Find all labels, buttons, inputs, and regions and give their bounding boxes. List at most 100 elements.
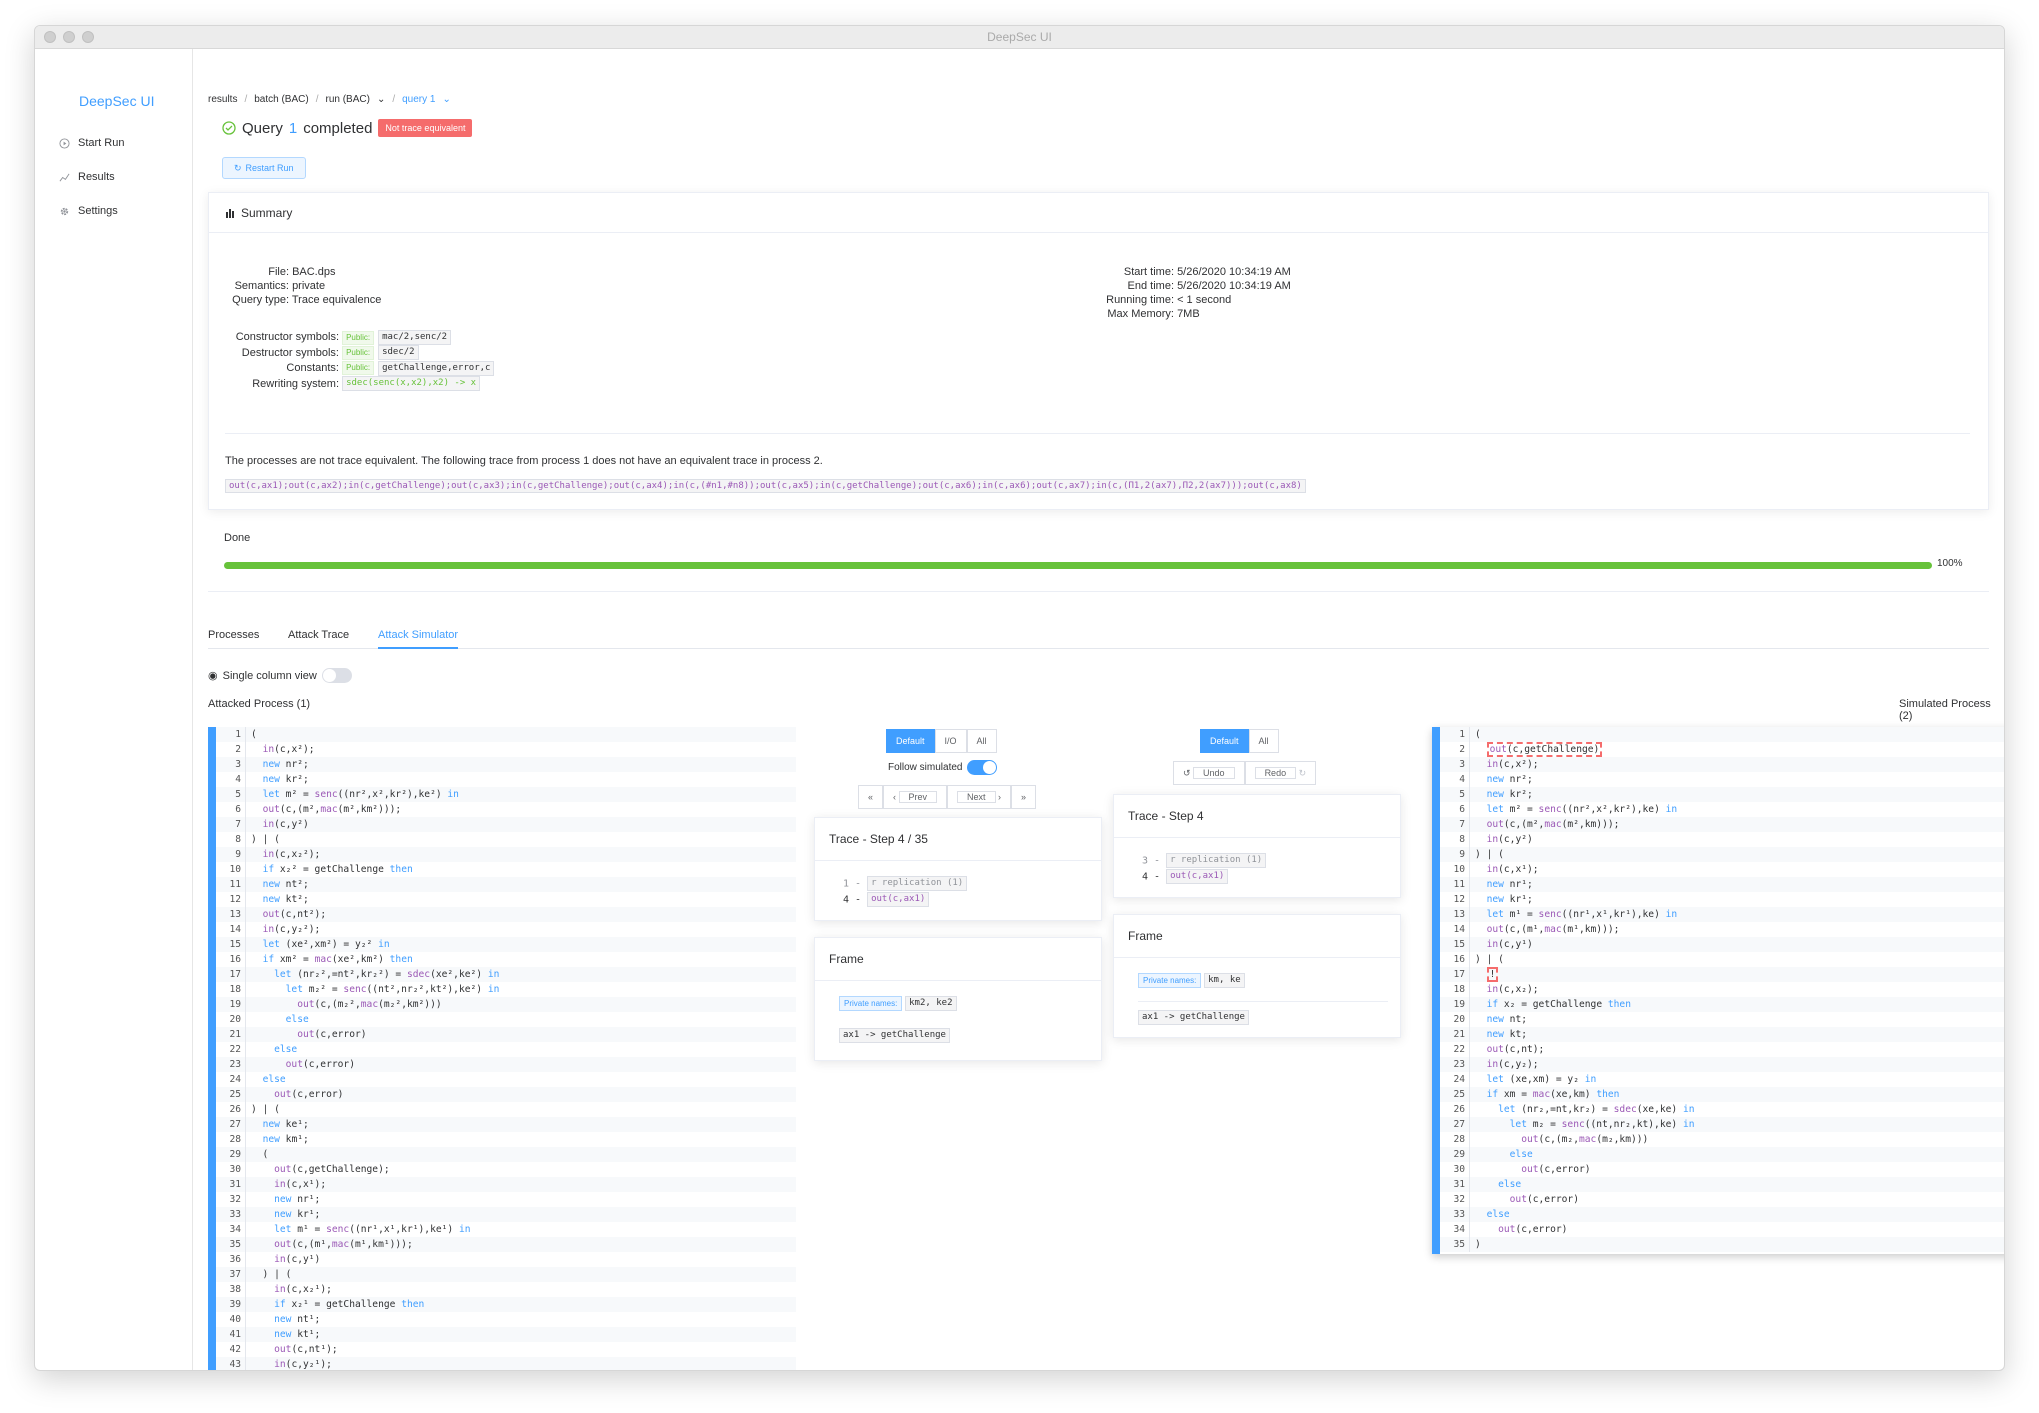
code-line[interactable]: 10 in(c,x¹);	[1440, 862, 2004, 877]
code-line[interactable]: 8) | (	[216, 832, 796, 847]
code-line[interactable]: 7 out(c,(m²,mac(m²,km)));	[1440, 817, 2004, 832]
code-line[interactable]: 16) | (	[1440, 952, 2004, 967]
simulated-process-code[interactable]: 1(2 out(c,getChallenge) 3 in(c,x²); 4 new …	[1432, 727, 2004, 1254]
code-line[interactable]: 9 in(c,x₂²);	[216, 847, 796, 862]
code-line[interactable]: 33 new kr¹;	[216, 1207, 796, 1222]
brand-logo[interactable]: DeepSec UI	[79, 93, 154, 109]
code-line[interactable]: 5 let m² = senc((nr²,x²,kr²),ke²) in	[216, 787, 796, 802]
code-line[interactable]: 23 in(c,y₂);	[1440, 1057, 2004, 1072]
code-line[interactable]: 15 in(c,y¹)	[1440, 937, 2004, 952]
code-line[interactable]: 4 new kr²;	[216, 772, 796, 787]
code-line[interactable]: 16 if xm² = mac(xe²,km²) then	[216, 952, 796, 967]
code-line[interactable]: 30 out(c,getChallenge);	[216, 1162, 796, 1177]
code-line[interactable]: 41 new kt¹;	[216, 1327, 796, 1342]
attacked-process-code[interactable]: 1(2 in(c,x²); 3 new nr²; 4 new kr²; 5 let m…	[208, 727, 796, 1370]
code-line[interactable]: 35)	[1440, 1237, 2004, 1252]
sidebar-item-settings[interactable]: Settings	[59, 205, 118, 217]
code-line[interactable]: 7 in(c,y²)	[216, 817, 796, 832]
code-line[interactable]: 29 (	[216, 1147, 796, 1162]
code-line[interactable]: 13 let m¹ = senc((nr¹,x¹,kr¹),ke) in	[1440, 907, 2004, 922]
code-line[interactable]: 31 else	[1440, 1177, 2004, 1192]
all-button[interactable]: All	[1248, 729, 1279, 753]
code-line[interactable]: 24 else	[216, 1072, 796, 1087]
code-line[interactable]: 3 in(c,x²);	[1440, 757, 2004, 772]
breadcrumb-query[interactable]: query 1	[402, 94, 435, 105]
code-line[interactable]: 21 out(c,error)	[216, 1027, 796, 1042]
code-line[interactable]: 17 let (nr₂²,=nt²,kr₂²) = sdec(xe²,ke²) …	[216, 967, 796, 982]
code-line[interactable]: 28 new km¹;	[216, 1132, 796, 1147]
code-line[interactable]: 2 in(c,x²);	[216, 742, 796, 757]
breadcrumb-run[interactable]: run (BAC)	[325, 94, 369, 105]
code-line[interactable]: 31 in(c,x¹);	[216, 1177, 796, 1192]
code-line[interactable]: 14 out(c,(m¹,mac(m¹,km)));	[1440, 922, 2004, 937]
code-line[interactable]: 11 new nt²;	[216, 877, 796, 892]
code-line[interactable]: 12 new kt²;	[216, 892, 796, 907]
code-line[interactable]: 28 out(c,(m₂,mac(m₂,km)))	[1440, 1132, 2004, 1147]
chevron-down-icon[interactable]: ⌄	[377, 94, 385, 105]
code-line[interactable]: 4 new nr²;	[1440, 772, 2004, 787]
code-line[interactable]: 32 out(c,error)	[1440, 1192, 2004, 1207]
trace-line[interactable]: r replication (1)	[867, 876, 968, 891]
minimize-icon[interactable]	[63, 31, 75, 43]
code-line[interactable]: 6 let m² = senc((nr²,x²,kr²),ke) in	[1440, 802, 2004, 817]
maximize-icon[interactable]	[82, 31, 94, 43]
code-line[interactable]: 1(	[216, 727, 796, 742]
code-line[interactable]: 26) | (	[216, 1102, 796, 1117]
code-line[interactable]: 30 out(c,error)	[1440, 1162, 2004, 1177]
tab-processes[interactable]: Processes	[208, 629, 259, 641]
breadcrumb-results[interactable]: results	[208, 94, 237, 105]
code-line[interactable]: 15 let (xe²,xm²) = y₂² in	[216, 937, 796, 952]
first-step-icon[interactable]: «	[858, 785, 884, 809]
code-line[interactable]: 23 out(c,error)	[216, 1057, 796, 1072]
code-line[interactable]: 25 if xm = mac(xe,km) then	[1440, 1087, 2004, 1102]
code-line[interactable]: 13 out(c,nt²);	[216, 907, 796, 922]
code-line[interactable]: 20 else	[216, 1012, 796, 1027]
code-line[interactable]: 18 in(c,x₂);	[1440, 982, 2004, 997]
tab-attack-trace[interactable]: Attack Trace	[288, 629, 349, 641]
code-line[interactable]: 3 new nr²;	[216, 757, 796, 772]
code-line[interactable]: 22 else	[216, 1042, 796, 1057]
code-line[interactable]: 12 new kr¹;	[1440, 892, 2004, 907]
prev-button[interactable]: ‹ Prev	[883, 785, 948, 809]
default-button[interactable]: Default	[886, 729, 935, 753]
code-line[interactable]: 43 in(c,y₂¹);	[216, 1357, 796, 1370]
trace-line[interactable]: out(c,ax1)	[867, 891, 930, 907]
code-line[interactable]: 40 new nt¹;	[216, 1312, 796, 1327]
next-button[interactable]: Next ›	[947, 785, 1012, 809]
code-line[interactable]: 19 if x₂ = getChallenge then	[1440, 997, 2004, 1012]
sidebar-item-results[interactable]: Results	[59, 171, 115, 183]
io-button[interactable]: I/O	[934, 729, 967, 753]
breadcrumb-batch[interactable]: batch (BAC)	[254, 94, 308, 105]
chevron-down-icon[interactable]: ⌄	[442, 94, 450, 105]
default-button[interactable]: Default	[1200, 729, 1249, 753]
code-line[interactable]: 8 in(c,y²)	[1440, 832, 2004, 847]
code-line[interactable]: 34 out(c,error)	[1440, 1222, 2004, 1237]
code-line[interactable]: 11 new nr¹;	[1440, 877, 2004, 892]
sidebar-item-start-run[interactable]: Start Run	[59, 137, 124, 149]
code-line[interactable]: 29 else	[1440, 1147, 2004, 1162]
redo-button[interactable]: Redo ↻	[1244, 761, 1317, 785]
window-controls[interactable]	[44, 31, 94, 43]
follow-simulated-toggle[interactable]	[967, 760, 998, 775]
code-line[interactable]: 9) | (	[1440, 847, 2004, 862]
code-line[interactable]: 36 in(c,y¹)	[216, 1252, 796, 1267]
code-line[interactable]: 6 out(c,(m²,mac(m²,km²)));	[216, 802, 796, 817]
code-line[interactable]: 34 let m¹ = senc((nr¹,x¹,kr¹),ke¹) in	[216, 1222, 796, 1237]
code-line[interactable]: 27 let m₂ = senc((nt,nr₂,kt),ke) in	[1440, 1117, 2004, 1132]
code-line[interactable]: 39 if x₂¹ = getChallenge then	[216, 1297, 796, 1312]
all-button[interactable]: All	[966, 729, 997, 753]
last-step-icon[interactable]: »	[1011, 785, 1037, 809]
code-line[interactable]: 20 new nt;	[1440, 1012, 2004, 1027]
code-line[interactable]: 17 !	[1440, 967, 2004, 982]
code-line[interactable]: 32 new nr¹;	[216, 1192, 796, 1207]
trace-line[interactable]: out(c,ax1)	[1166, 868, 1229, 884]
code-line[interactable]: 14 in(c,y₂²);	[216, 922, 796, 937]
code-line[interactable]: 33 else	[1440, 1207, 2004, 1222]
tab-attack-simulator[interactable]: Attack Simulator	[378, 629, 459, 649]
code-line[interactable]: 21 new kt;	[1440, 1027, 2004, 1042]
code-line[interactable]: 24 let (xe,xm) = y₂ in	[1440, 1072, 2004, 1087]
code-line[interactable]: 18 let m₂² = senc((nt²,nr₂²,kt²),ke²) in	[216, 982, 796, 997]
restart-run-button[interactable]: ↻ Restart Run	[222, 157, 306, 179]
code-line[interactable]: 2 out(c,getChallenge)	[1440, 742, 2004, 757]
code-line[interactable]: 38 in(c,x₂¹);	[216, 1282, 796, 1297]
